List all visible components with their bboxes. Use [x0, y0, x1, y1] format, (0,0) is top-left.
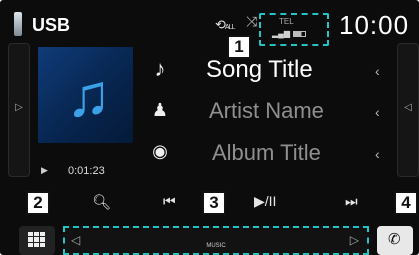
- tel-status-area: TEL ▂▄▆: [259, 13, 329, 46]
- callout-4: 4: [394, 191, 418, 215]
- album-art[interactable]: ♫: [38, 47, 133, 143]
- play-status-icon: ▶: [41, 165, 48, 175]
- usb-icon: [14, 12, 22, 36]
- chevron-left-icon[interactable]: ‹: [375, 146, 380, 162]
- function-bar[interactable]: ◁ MUSIC ▷: [63, 226, 369, 255]
- callout-1: 1: [227, 35, 251, 59]
- right-panel-tab[interactable]: ◁: [397, 43, 419, 177]
- repeat-icon[interactable]: ⟲ALL: [215, 17, 236, 33]
- menu-button[interactable]: [19, 226, 55, 255]
- chevron-left-icon[interactable]: ‹: [375, 63, 380, 79]
- media-screen: USB ⟲ALL ⤨ TEL ▂▄▆ 10:00 ▷ ◁ ♫ ♪ Song Ti…: [0, 0, 419, 255]
- tel-label: TEL: [279, 17, 294, 26]
- chevron-left-icon: ◁: [404, 102, 412, 113]
- skip-back-icon[interactable]: ⏮︎: [163, 193, 176, 210]
- source-title[interactable]: USB: [32, 15, 70, 36]
- callout-2: 2: [26, 191, 50, 215]
- artist-name: Artist Name: [209, 98, 324, 123]
- play-pause-icon[interactable]: ▶/II: [254, 193, 276, 210]
- phone-button[interactable]: ✆: [377, 226, 413, 255]
- repeat-label: ALL: [224, 24, 236, 31]
- signal-icon: ▂▄▆: [272, 29, 290, 38]
- chevron-left-icon[interactable]: ‹: [375, 104, 380, 120]
- music-note-icon: ♫: [66, 62, 111, 129]
- battery-icon: [292, 30, 306, 37]
- artist-icon: ♟: [151, 100, 169, 120]
- phone-status: ▂▄▆: [272, 29, 306, 38]
- callout-3: 3: [202, 191, 226, 215]
- grid-menu-icon: [28, 232, 45, 247]
- left-panel-tab[interactable]: ▷: [8, 43, 30, 177]
- function-bar-label: MUSIC: [206, 243, 226, 249]
- chevron-right-icon: ▷: [15, 102, 23, 113]
- clock: 10:00: [339, 10, 410, 40]
- album-title: Album Title: [212, 140, 321, 165]
- album-icon: ◉: [152, 141, 168, 161]
- song-title: Song Title: [206, 56, 313, 83]
- shuffle-icon[interactable]: ⤨: [246, 13, 257, 30]
- music-note-icon: ♪: [154, 56, 166, 81]
- phone-icon: ✆: [388, 231, 401, 248]
- chevron-right-icon[interactable]: ▷: [350, 233, 359, 247]
- skip-forward-icon[interactable]: ⏭︎: [345, 193, 358, 210]
- search-icon[interactable]: 🔍︎: [92, 193, 111, 211]
- elapsed-time: 0:01:23: [68, 165, 105, 177]
